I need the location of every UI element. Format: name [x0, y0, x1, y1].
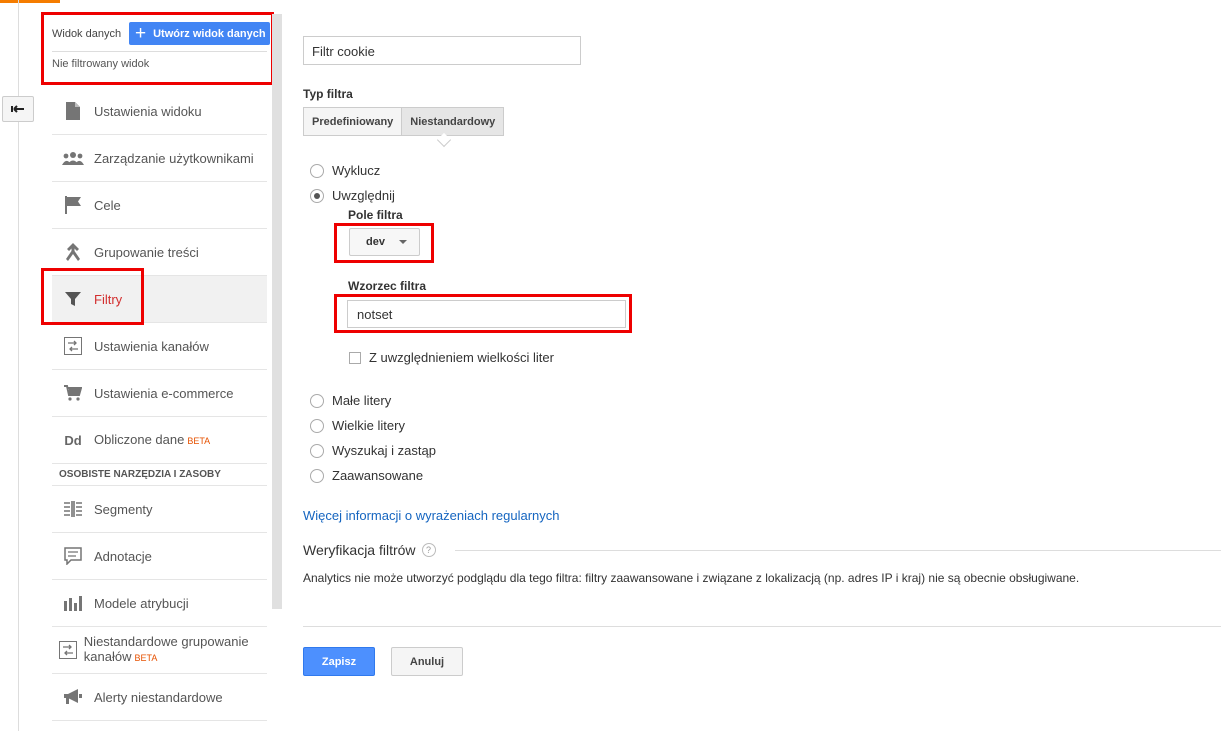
dropdown-value: dev: [366, 236, 385, 248]
beta-badge: BETA: [134, 653, 158, 663]
type-predefined-button[interactable]: Predefiniowany: [304, 108, 402, 135]
back-button[interactable]: [2, 96, 34, 122]
radio-button[interactable]: [310, 443, 324, 458]
filter-type-toggle: Predefiniowany Niestandardowy: [303, 107, 505, 136]
radio-exclude[interactable]: Wyklucz: [310, 163, 380, 178]
sidebar-item-label: Grupowanie treści: [94, 244, 199, 260]
back-arrow-icon: [11, 105, 24, 113]
radio-label: Wielkie litery: [332, 418, 405, 433]
admin-sidebar: Ustawienia widoku Zarządzanie użytkownik…: [52, 88, 267, 721]
document-icon: [52, 102, 94, 120]
bar-chart-icon: [52, 595, 94, 611]
sidebar-scrollbar[interactable]: [272, 14, 282, 609]
regex-info-link[interactable]: Więcej informacji o wyrażeniach regularn…: [303, 508, 560, 523]
sidebar-item-goals[interactable]: Cele: [52, 182, 267, 229]
verification-divider: [455, 550, 1221, 551]
radio-uppercase[interactable]: Wielkie litery: [310, 418, 405, 433]
view-separator: [52, 51, 267, 52]
radio-label: Zaawansowane: [332, 468, 424, 483]
sidebar-item-ecommerce[interactable]: Ustawienia e-commerce: [52, 370, 267, 417]
radio-label: Wyklucz: [332, 163, 381, 178]
cancel-button[interactable]: Anuluj: [391, 647, 463, 676]
view-dropdown[interactable]: Nie filtrowany widok: [52, 58, 149, 70]
sidebar-item-label: Segmenty: [94, 501, 153, 517]
sidebar-item-label: Niestandardowe grupowanie kanałów BETA: [84, 634, 267, 666]
megaphone-icon: [52, 689, 94, 705]
sidebar-item-label: Ustawienia e-commerce: [94, 385, 234, 401]
filter-form: Filtr cookie Typ filtra Predefiniowany N…: [303, 0, 1221, 731]
sidebar-item-label: Modele atrybucji: [94, 595, 189, 611]
flag-icon: [52, 196, 94, 214]
radio-include[interactable]: Uwzględnij: [310, 188, 395, 203]
radio-search-replace[interactable]: Wyszukaj i zastąp: [310, 443, 436, 458]
sidebar-item-channel-settings[interactable]: Ustawienia kanałów: [52, 323, 267, 370]
filter-pattern-label: Wzorzec filtra: [348, 279, 427, 293]
verification-message: Analytics nie może utworzyć podglądu dla…: [303, 571, 1080, 585]
channel-icon: [52, 337, 94, 355]
filter-type-label: Typ filtra: [303, 87, 353, 101]
beta-badge: BETA: [187, 435, 211, 446]
sidebar-item-label: Cele: [94, 197, 121, 213]
save-button[interactable]: Zapisz: [303, 647, 375, 676]
sidebar-item-label: Ustawienia kanałów: [94, 338, 209, 354]
sidebar-item-user-management[interactable]: Zarządzanie użytkownikami: [52, 135, 267, 182]
case-sensitive-checkbox[interactable]: [349, 351, 361, 364]
sidebar-item-text: Obliczone dane: [94, 431, 185, 447]
sidebar-item-label: Obliczone dane BETA: [94, 432, 210, 449]
radio-button[interactable]: [310, 163, 324, 178]
sidebar-item-view-settings[interactable]: Ustawienia widoku: [52, 88, 267, 135]
radio-lowercase[interactable]: Małe litery: [310, 393, 391, 408]
verification-title: Weryfikacja filtrów: [303, 542, 416, 558]
radio-label: Małe litery: [332, 393, 392, 408]
sidebar-item-custom-alerts[interactable]: Alerty niestandardowe: [52, 674, 267, 721]
sidebar-item-label: Alerty niestandardowe: [94, 689, 223, 705]
annotation-icon: [52, 547, 94, 565]
sidebar-item-label: Zarządzanie użytkownikami: [94, 150, 254, 166]
view-selector: Widok danych + Utwórz widok danych Nie f…: [41, 12, 274, 85]
filters-highlight-box: [41, 268, 144, 325]
sidebar-item-calculated-metrics[interactable]: Dd Obliczone dane BETA: [52, 417, 267, 464]
top-accent-bar: [0, 0, 60, 3]
channel-icon: [52, 641, 84, 659]
radio-button[interactable]: [310, 468, 324, 483]
sidebar-item-custom-channel-grouping[interactable]: Niestandardowe grupowanie kanałów BETA: [52, 627, 267, 674]
sidebar-item-segments[interactable]: Segmenty: [52, 486, 267, 533]
form-divider: [303, 626, 1221, 627]
sidebar-item-annotations[interactable]: Adnotacje: [52, 533, 267, 580]
help-icon[interactable]: ?: [421, 543, 436, 557]
checkbox-label: Z uwzględnieniem wielkości liter: [369, 350, 554, 365]
users-icon: [52, 151, 94, 165]
cart-icon: [52, 385, 94, 401]
radio-button[interactable]: [310, 418, 324, 433]
filter-field-dropdown[interactable]: dev: [349, 228, 420, 256]
personal-tools-heading: OSOBISTE NARZĘDZIA I ZASOBY: [52, 464, 267, 486]
view-label: Widok danych: [52, 28, 122, 40]
radio-label: Uwzględnij: [332, 188, 395, 203]
sidebar-item-text: Niestandardowe grupowanie kanałów: [83, 634, 249, 664]
radio-advanced[interactable]: Zaawansowane: [310, 468, 423, 483]
dd-icon: Dd: [64, 432, 82, 448]
case-sensitive-checkbox-row[interactable]: Z uwzględnieniem wielkości liter: [349, 350, 554, 365]
verification-heading: Weryfikacja filtrów ?: [303, 542, 436, 558]
filter-field-label: Pole filtra: [348, 208, 403, 222]
sidebar-item-label: Ustawienia widoku: [94, 103, 202, 119]
create-view-button[interactable]: + Utwórz widok danych: [129, 22, 270, 45]
type-custom-button[interactable]: Niestandardowy: [401, 108, 504, 135]
radio-button[interactable]: [310, 393, 324, 408]
plus-icon: +: [135, 23, 147, 44]
sidebar-item-attribution-models[interactable]: Modele atrybucji: [52, 580, 267, 627]
radio-button[interactable]: [310, 188, 324, 203]
filter-name-input[interactable]: Filtr cookie: [303, 36, 581, 65]
radio-label: Wyszukaj i zastąp: [332, 443, 436, 458]
sidebar-item-label: Adnotacje: [94, 548, 152, 564]
segments-icon: [52, 501, 94, 517]
filter-pattern-input[interactable]: notset: [347, 300, 626, 328]
merge-icon: [52, 243, 94, 261]
create-view-label: Utwórz widok danych: [153, 27, 266, 40]
chevron-down-icon: [398, 240, 407, 244]
